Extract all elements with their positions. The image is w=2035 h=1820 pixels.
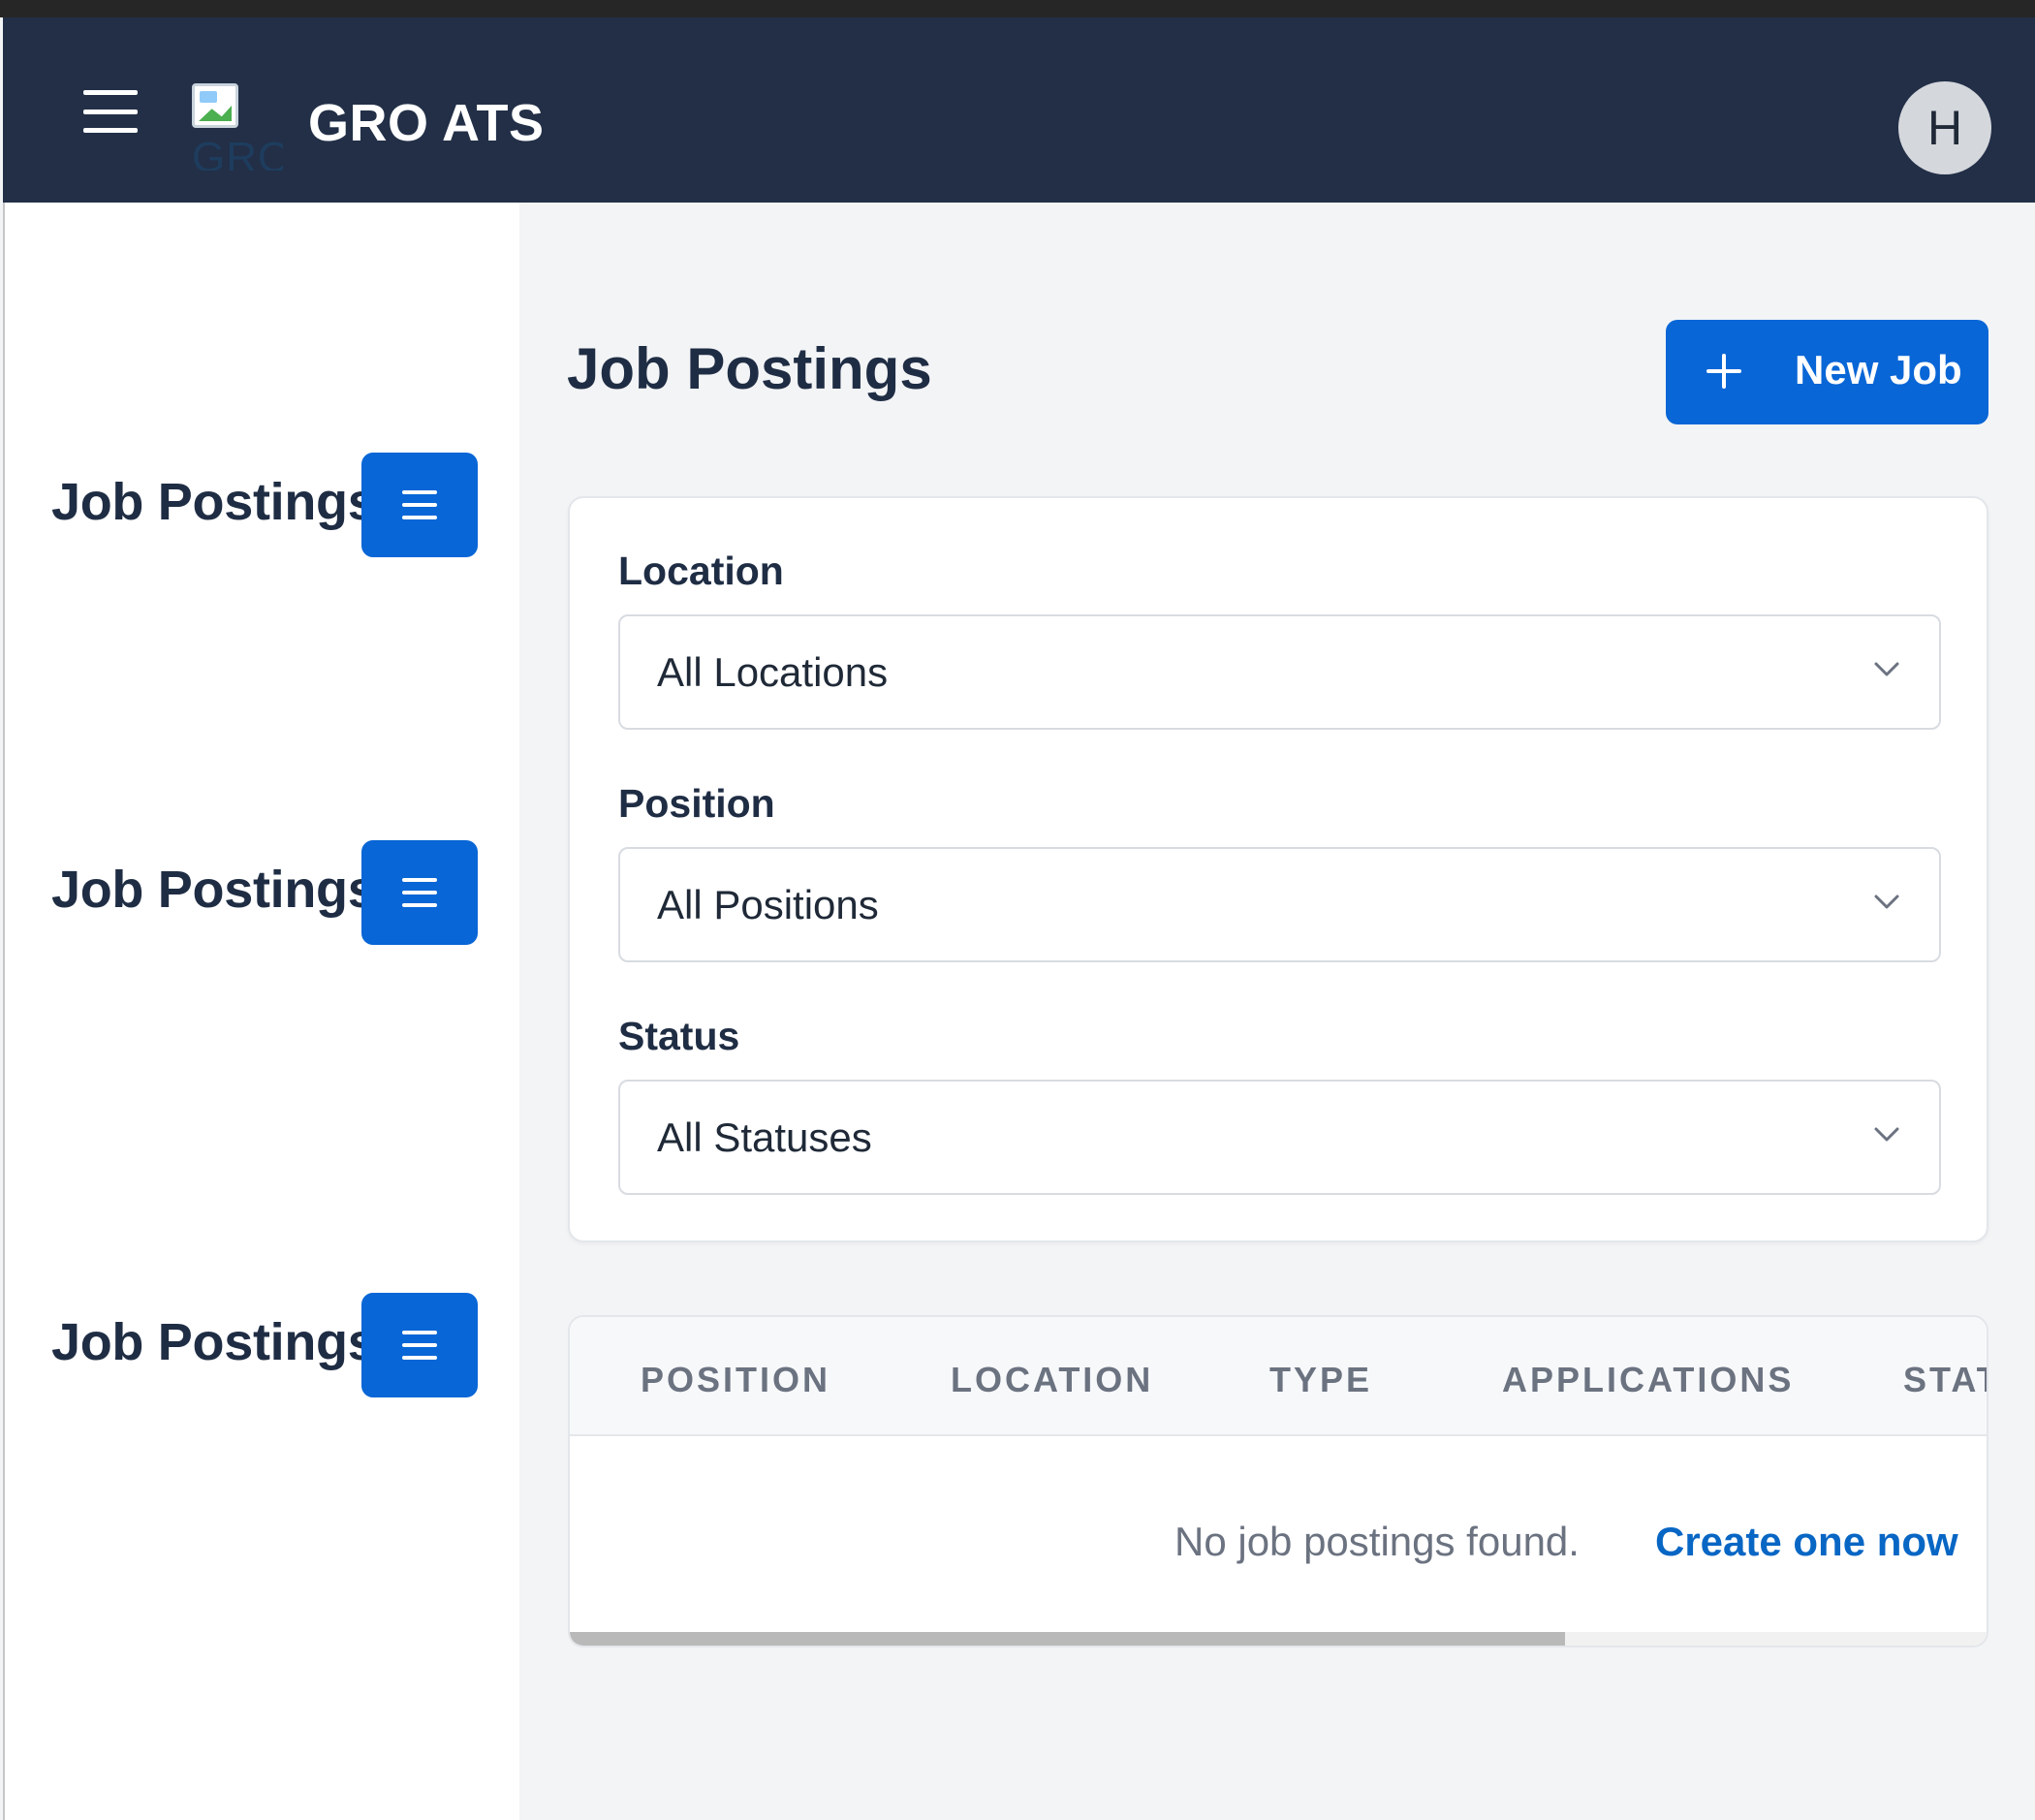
sidebar-item-label: Job Postings bbox=[51, 1313, 377, 1371]
column-header-type[interactable]: TYPE bbox=[1269, 1360, 1372, 1400]
location-select-value: All Locations bbox=[657, 649, 889, 695]
window-top-strip bbox=[0, 0, 2035, 17]
app-title[interactable]: GRO ATS bbox=[308, 93, 545, 153]
chevron-down-icon bbox=[1874, 1127, 1899, 1142]
hamburger-icon[interactable] bbox=[83, 90, 138, 133]
menu-icon bbox=[402, 490, 437, 494]
sidebar-item-label: Job Postings bbox=[51, 861, 377, 919]
sidebar-item-job-postings[interactable]: Job Postings bbox=[51, 840, 478, 945]
menu-icon bbox=[402, 878, 437, 882]
position-select[interactable]: All Positions bbox=[618, 847, 1941, 962]
empty-state-text: No job postings found. bbox=[1174, 1519, 1580, 1564]
sidebar-menu-button[interactable] bbox=[361, 1293, 478, 1397]
sidebar-menu-button[interactable] bbox=[361, 840, 478, 945]
column-header-status[interactable]: STAT bbox=[1903, 1360, 1987, 1400]
new-job-label: New Job bbox=[1795, 347, 1962, 392]
app-logo[interactable]: GRO bbox=[190, 64, 283, 171]
position-select-value: All Positions bbox=[657, 882, 879, 927]
job-postings-table: POSITION LOCATION TYPE APPLICATIONS STAT… bbox=[568, 1315, 1988, 1647]
location-label: Location bbox=[618, 549, 784, 593]
status-select[interactable]: All Statuses bbox=[618, 1080, 1941, 1195]
page-title: Job Postings bbox=[567, 336, 932, 401]
create-job-link[interactable]: Create one now bbox=[1655, 1519, 1958, 1565]
filters-card: Location All Locations Position All Posi… bbox=[568, 496, 1988, 1242]
new-job-button[interactable]: New Job bbox=[1666, 320, 1988, 424]
column-header-location[interactable]: LOCATION bbox=[951, 1360, 1153, 1400]
sidebar-item-job-postings[interactable]: Job Postings bbox=[51, 1293, 478, 1397]
horizontal-scrollbar[interactable] bbox=[570, 1632, 1987, 1646]
user-avatar[interactable]: H bbox=[1898, 81, 1991, 174]
logo-alt-text: GRO bbox=[192, 134, 283, 171]
broken-image-icon bbox=[192, 83, 238, 128]
chevron-down-icon bbox=[1874, 662, 1899, 676]
app-header: GRO GRO ATS H bbox=[3, 17, 2035, 203]
table-header: POSITION LOCATION TYPE APPLICATIONS STAT bbox=[570, 1317, 1987, 1436]
plus-icon bbox=[1705, 352, 1743, 391]
sidebar-item-job-postings[interactable]: Job Postings bbox=[51, 453, 478, 557]
position-label: Position bbox=[618, 781, 775, 826]
status-label: Status bbox=[618, 1014, 740, 1058]
chevron-down-icon bbox=[1874, 894, 1899, 909]
scrollbar-thumb[interactable] bbox=[570, 1632, 1565, 1646]
location-select[interactable]: All Locations bbox=[618, 614, 1941, 730]
menu-icon bbox=[402, 1331, 437, 1334]
sidebar-menu-button[interactable] bbox=[361, 453, 478, 557]
column-header-applications[interactable]: APPLICATIONS bbox=[1502, 1360, 1794, 1400]
column-header-position[interactable]: POSITION bbox=[641, 1360, 830, 1400]
sidebar-item-label: Job Postings bbox=[51, 473, 377, 531]
status-select-value: All Statuses bbox=[657, 1114, 872, 1160]
sidebar: Job Postings Job Postings Job Postings bbox=[3, 203, 519, 1820]
